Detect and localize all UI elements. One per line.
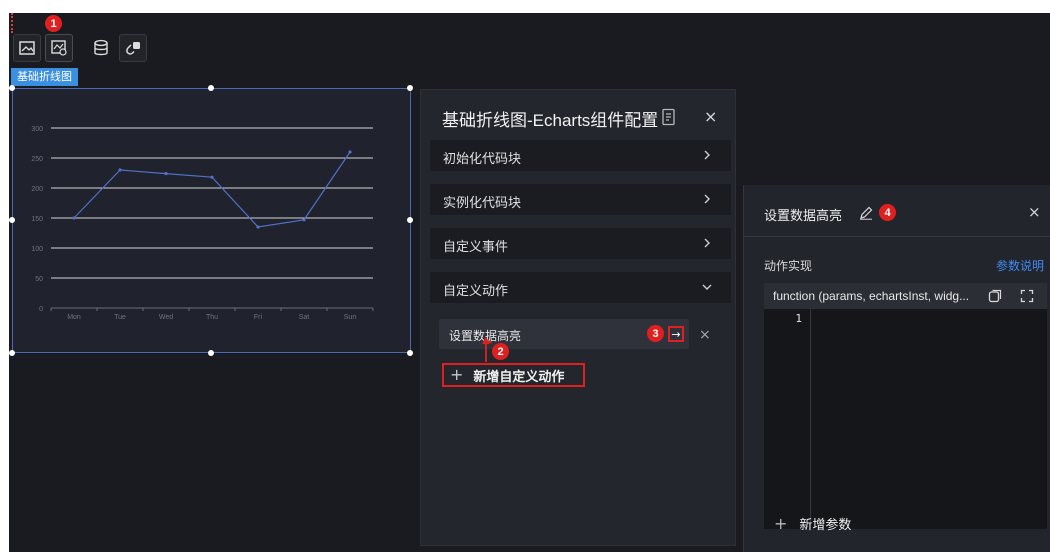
data-point <box>164 172 168 176</box>
link-icon <box>126 42 140 55</box>
y-tick-label: 300 <box>31 126 43 133</box>
x-tick-label: Wed <box>159 314 173 321</box>
plus-icon: + <box>774 514 788 533</box>
step-badge-2: 2 <box>492 343 509 360</box>
x-tick-label: Mon <box>67 314 81 321</box>
code-editor[interactable]: 1 <box>764 309 1047 529</box>
action-panel-title: 设置数据高亮 <box>764 208 843 223</box>
y-tick-label: 50 <box>35 276 43 283</box>
y-tick-label: 200 <box>31 186 43 193</box>
resize-handle-tr[interactable] <box>407 85 413 91</box>
series-line <box>73 151 351 228</box>
image-tool-button[interactable] <box>13 34 41 62</box>
x-tick-label: Sun <box>344 314 357 321</box>
resize-handle-tl[interactable] <box>9 85 15 91</box>
action-panel-close-button[interactable]: × <box>1028 205 1041 220</box>
code-editor-header: function (params, echartsInst, widg... <box>764 283 1047 309</box>
open-action-button[interactable]: → <box>668 326 684 342</box>
line-number: 1 <box>795 312 802 325</box>
line-chart: 0 50 100 150 200 250 300 Mon Tue Wed Thu Fri Sat Sun <box>31 126 374 321</box>
chevron-right-icon <box>704 194 710 204</box>
add-param-label: 新增参数 <box>799 517 852 532</box>
section-label: 自定义动作 <box>443 283 509 298</box>
step-badge-3: 3 <box>647 325 664 342</box>
x-tick-label: Fri <box>254 314 263 321</box>
document-icon[interactable] <box>661 108 677 126</box>
line-chart-widget[interactable]: 0 50 100 150 200 250 300 Mon Tue Wed Thu Fri Sat Sun <box>12 88 411 353</box>
data-point <box>118 168 122 172</box>
line-gutter: 1 <box>764 309 811 529</box>
section-init-code[interactable]: 初始化代码块 <box>430 140 731 171</box>
data-point <box>72 216 76 220</box>
x-tick-label: Tue <box>114 314 126 321</box>
step-badge-4: 4 <box>879 204 896 221</box>
edit-icon[interactable] <box>859 206 873 220</box>
section-label: 初始化代码块 <box>443 151 522 166</box>
x-tick-label: Sat <box>299 314 310 321</box>
panel-close-button[interactable]: × <box>704 109 717 125</box>
step-badge-1: 1 <box>45 15 62 32</box>
widget-name-tag: 基础折线图 <box>11 68 78 86</box>
add-custom-action-button[interactable]: + 新增自定义动作 <box>442 363 585 387</box>
chevron-right-icon <box>704 150 710 160</box>
action-impl-label: 动作实现 <box>764 259 813 273</box>
section-label: 实例化代码块 <box>443 195 522 210</box>
copy-icon[interactable] <box>988 289 1002 303</box>
echarts-config-panel: 基础折线图-Echarts组件配置 × 初始化代码块 实例化代码块 自定义事件 … <box>420 89 736 546</box>
section-custom-events[interactable]: 自定义事件 <box>430 228 731 259</box>
database-icon <box>94 39 108 56</box>
chevron-right-icon <box>704 238 710 248</box>
y-tick-label: 100 <box>31 246 43 253</box>
widget-toolbar <box>13 34 147 62</box>
fullscreen-icon[interactable] <box>1020 289 1034 303</box>
data-point <box>348 150 352 154</box>
section-custom-actions[interactable]: 自定义动作 <box>430 272 731 303</box>
plus-icon: + <box>450 365 464 384</box>
resize-handle-b[interactable] <box>208 350 214 356</box>
data-point <box>302 218 306 222</box>
image-icon <box>19 41 35 55</box>
resize-handle-r[interactable] <box>407 217 413 223</box>
section-label: 自定义事件 <box>443 239 509 254</box>
y-tick-label: 250 <box>31 156 43 163</box>
chart-settings-button[interactable] <box>45 34 73 62</box>
data-point <box>256 225 260 229</box>
action-panel-header: 设置数据高亮 4 × <box>744 185 1050 237</box>
add-param-button[interactable]: + 新增参数 <box>774 514 851 533</box>
resize-handle-t[interactable] <box>208 85 214 91</box>
chart-settings-icon <box>51 40 67 56</box>
section-instance-code[interactable]: 实例化代码块 <box>430 184 731 215</box>
data-source-button[interactable] <box>87 34 115 62</box>
param-doc-link[interactable]: 参数说明 <box>996 257 1044 274</box>
y-tick-label: 0 <box>39 306 43 313</box>
interaction-button[interactable] <box>119 34 147 62</box>
action-detail-panel: 设置数据高亮 4 × 动作实现 参数说明 function (params, e… <box>743 185 1050 552</box>
resize-handle-l[interactable] <box>9 217 15 223</box>
x-tick-label: Thu <box>206 314 218 321</box>
ruler-marker <box>11 13 13 33</box>
delete-action-button[interactable]: × <box>699 327 711 343</box>
panel-title: 基础折线图-Echarts组件配置 <box>442 111 659 130</box>
y-tick-label: 150 <box>31 216 43 223</box>
data-point <box>210 175 214 179</box>
resize-handle-bl[interactable] <box>9 350 15 356</box>
add-action-label: 新增自定义动作 <box>473 368 565 384</box>
chevron-down-icon <box>702 284 712 290</box>
function-signature: function (params, echartsInst, widg... <box>773 289 970 303</box>
resize-handle-br[interactable] <box>407 350 413 356</box>
